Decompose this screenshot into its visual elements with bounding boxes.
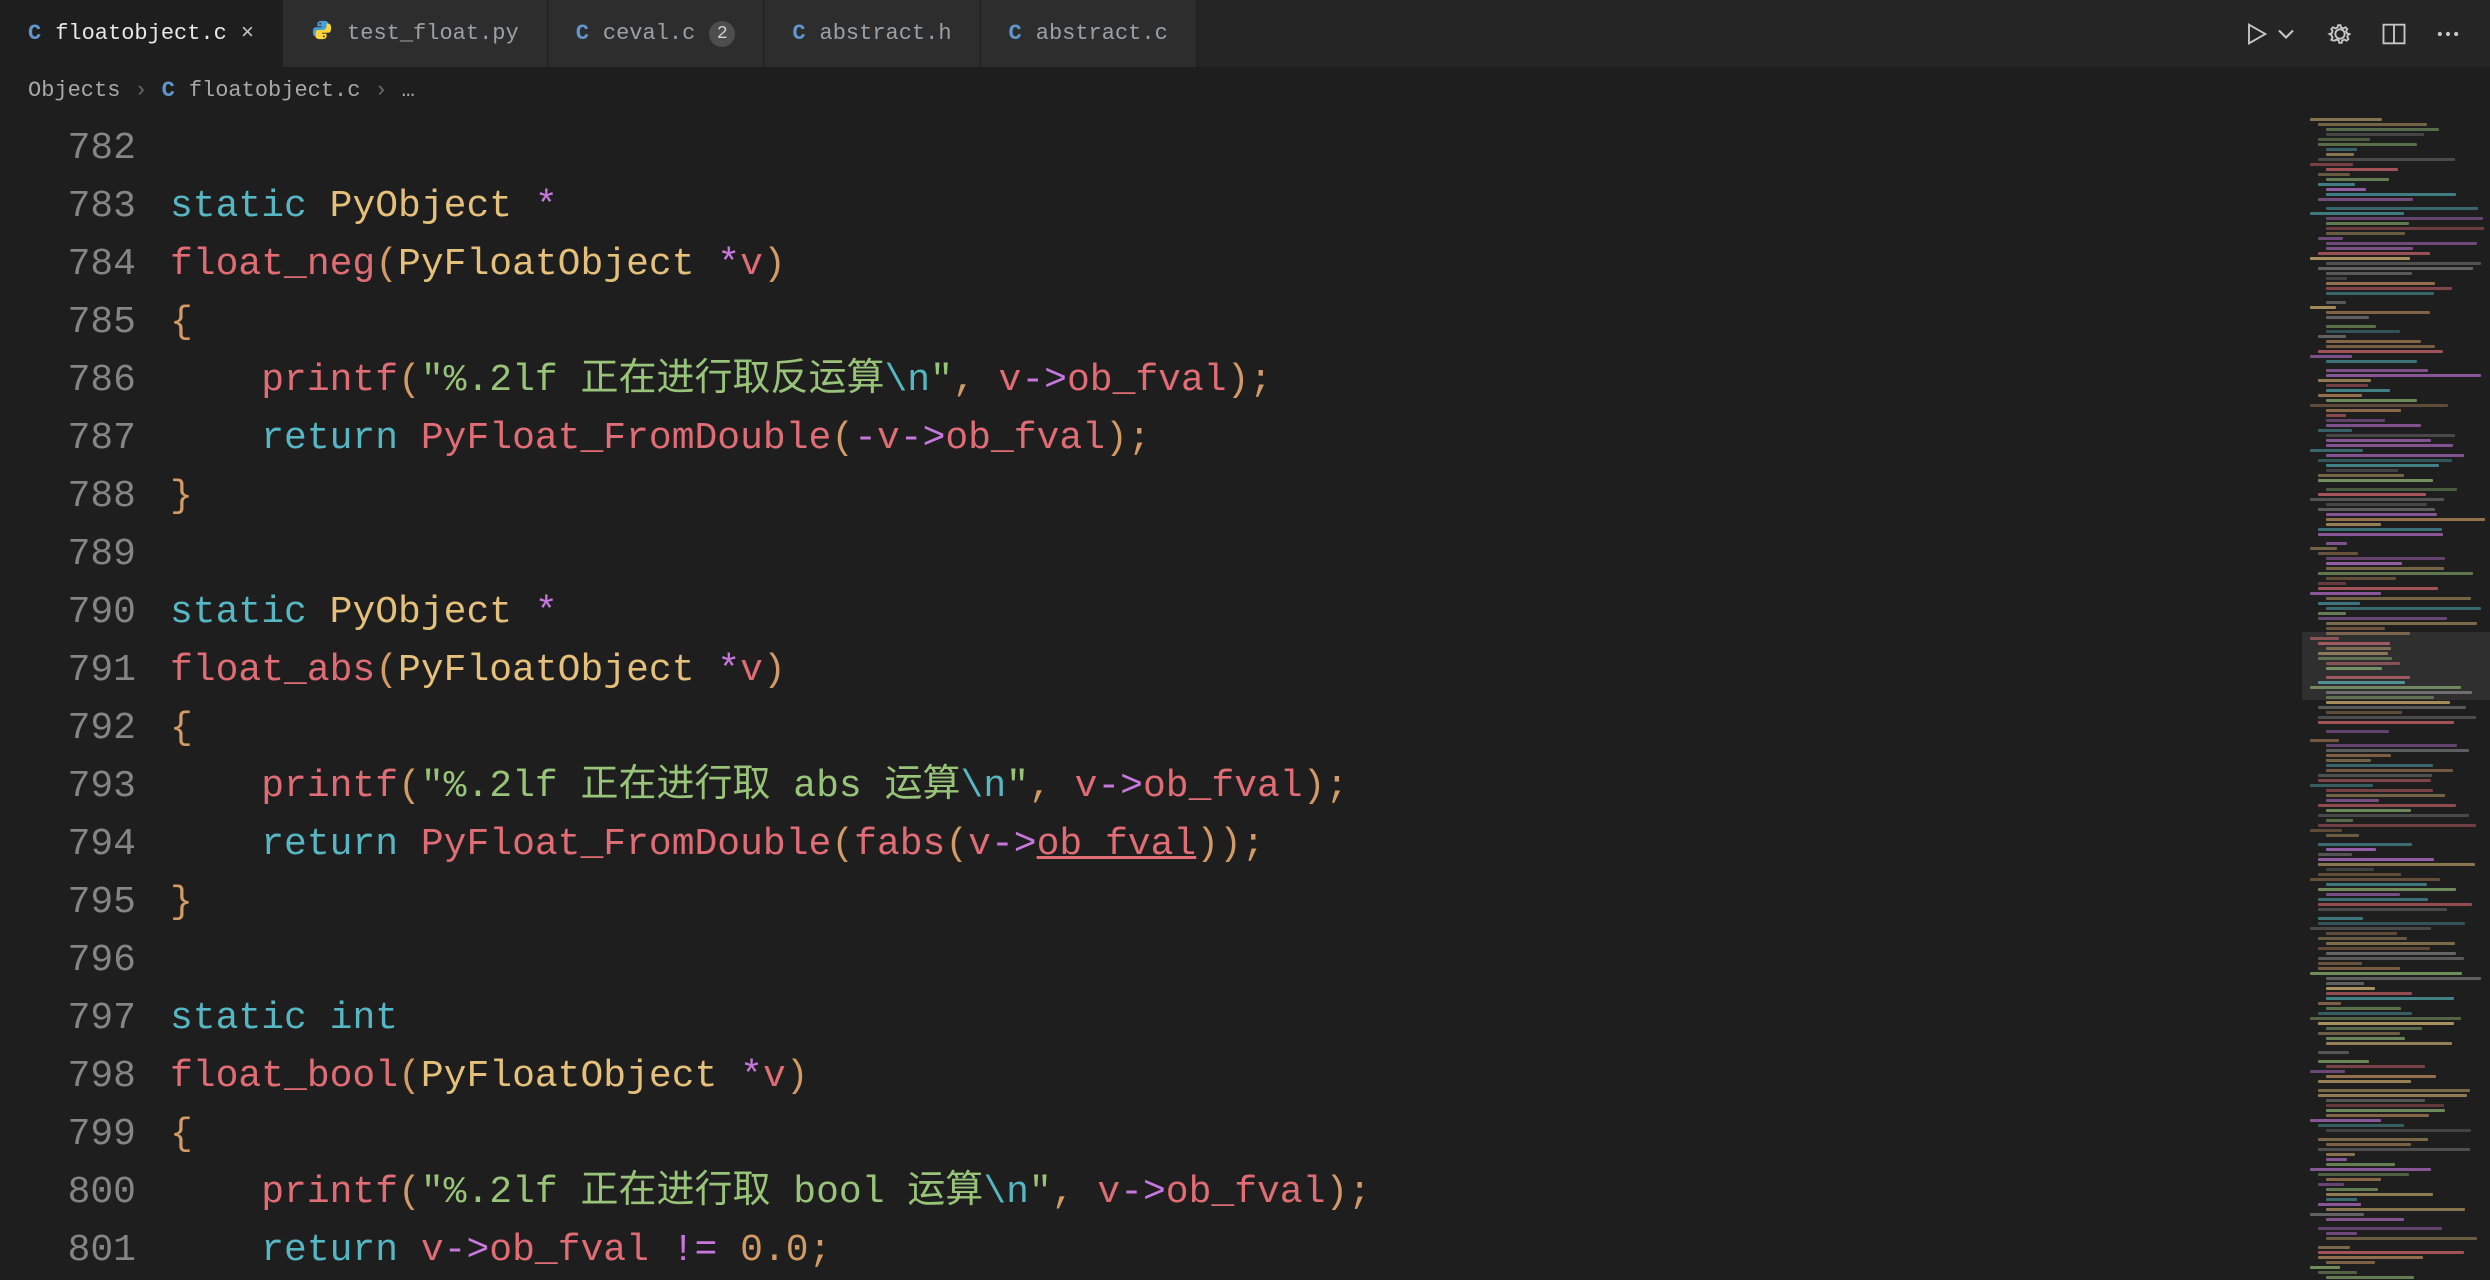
line-number: 792 — [0, 700, 136, 758]
line-number: 800 — [0, 1164, 136, 1222]
c-lang-icon: C — [792, 21, 805, 46]
tab-label: floatobject.c — [55, 21, 227, 46]
line-number: 785 — [0, 294, 136, 352]
code-area[interactable]: static PyObject * float_neg(PyFloatObjec… — [170, 112, 2302, 1280]
chevron-down-icon — [2272, 20, 2300, 48]
breadcrumb-folder[interactable]: Objects — [28, 78, 120, 103]
line-number: 786 — [0, 352, 136, 410]
chevron-right-icon: › — [374, 78, 387, 103]
line-number: 801 — [0, 1222, 136, 1280]
line-number: 783 — [0, 178, 136, 236]
tab-abstract-h[interactable]: C abstract.h — [764, 0, 980, 67]
c-lang-icon: C — [162, 78, 175, 103]
run-button[interactable] — [2242, 20, 2300, 48]
breadcrumb-file[interactable]: floatobject.c — [189, 78, 361, 103]
line-number: 798 — [0, 1048, 136, 1106]
c-lang-icon: C — [28, 21, 41, 46]
line-number: 791 — [0, 642, 136, 700]
tab-label: abstract.h — [820, 21, 952, 46]
minimap[interactable] — [2302, 112, 2490, 1280]
chevron-right-icon: › — [134, 78, 147, 103]
tab-floatobject-c[interactable]: C floatobject.c × — [0, 0, 283, 67]
minimap-viewport[interactable] — [2302, 632, 2490, 700]
line-number: 790 — [0, 584, 136, 642]
more-icon[interactable] — [2434, 20, 2462, 48]
gear-icon[interactable] — [2326, 20, 2354, 48]
tab-ceval-c[interactable]: C ceval.c 2 — [548, 0, 765, 67]
line-number: 784 — [0, 236, 136, 294]
tab-label: ceval.c — [603, 21, 695, 46]
line-number: 787 — [0, 410, 136, 468]
tab-label: abstract.c — [1036, 21, 1168, 46]
line-number: 799 — [0, 1106, 136, 1164]
line-number: 793 — [0, 758, 136, 816]
line-number: 789 — [0, 526, 136, 584]
line-number-gutter: 7827837847857867877887897907917927937947… — [0, 112, 170, 1280]
python-lang-icon — [311, 19, 333, 48]
tab-abstract-c[interactable]: C abstract.c — [981, 0, 1197, 67]
line-number: 797 — [0, 990, 136, 1048]
close-icon[interactable]: × — [241, 23, 254, 45]
line-number: 795 — [0, 874, 136, 932]
unsaved-badge: 2 — [709, 21, 735, 47]
code-editor[interactable]: 7827837847857867877887897907917927937947… — [0, 112, 2490, 1280]
line-number: 782 — [0, 120, 136, 178]
c-lang-icon: C — [1009, 21, 1022, 46]
breadcrumb-tail[interactable]: … — [402, 78, 415, 103]
line-number: 796 — [0, 932, 136, 990]
tab-test-float-py[interactable]: test_float.py — [283, 0, 548, 67]
editor-actions — [2214, 0, 2490, 67]
line-number: 788 — [0, 468, 136, 526]
tab-bar: C floatobject.c × test_float.py C ceval.… — [0, 0, 2490, 68]
tabs: C floatobject.c × test_float.py C ceval.… — [0, 0, 2214, 67]
split-editor-icon[interactable] — [2380, 20, 2408, 48]
tab-label: test_float.py — [347, 21, 519, 46]
line-number: 794 — [0, 816, 136, 874]
breadcrumb[interactable]: Objects › C floatobject.c › … — [0, 68, 2490, 112]
c-lang-icon: C — [576, 21, 589, 46]
